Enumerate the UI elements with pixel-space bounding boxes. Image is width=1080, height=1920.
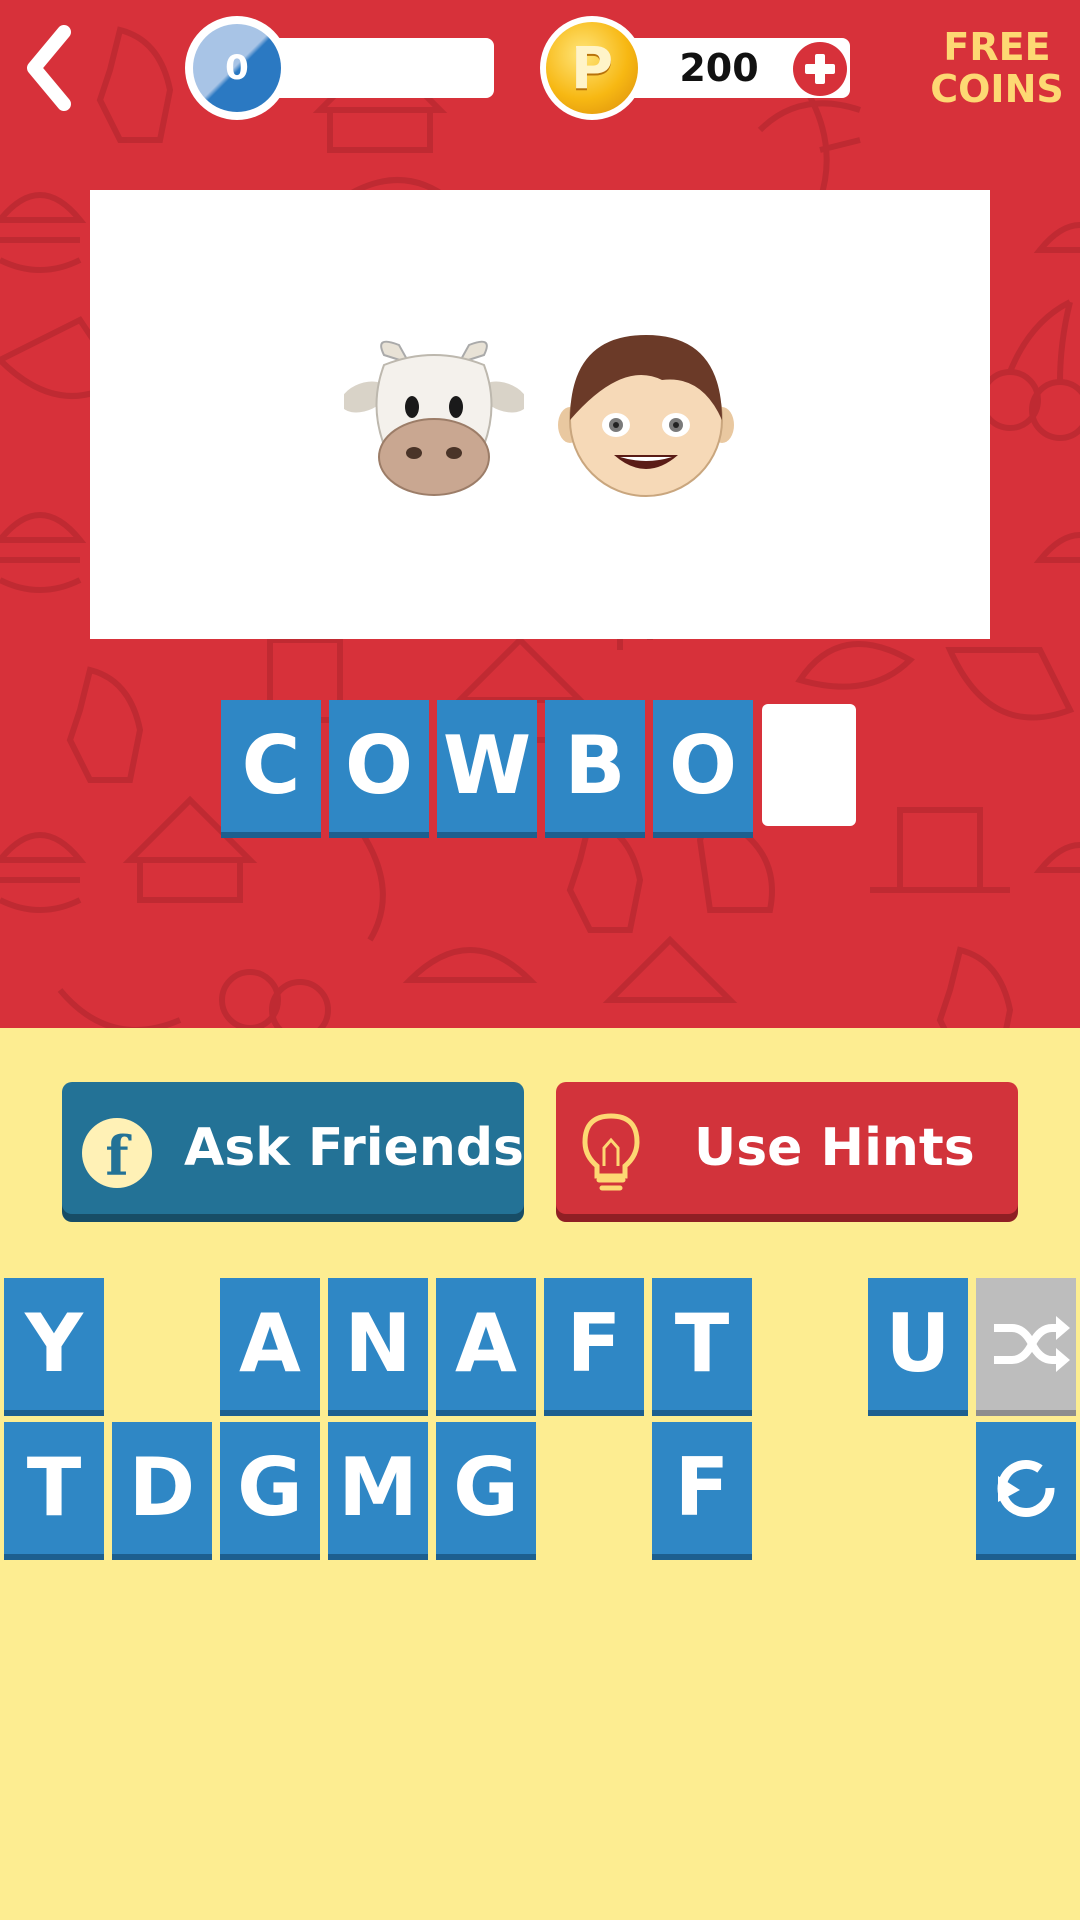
chevron-left-icon (27, 25, 71, 111)
use-hints-button[interactable]: Use Hints (556, 1082, 1018, 1214)
puzzle-card (90, 190, 990, 639)
game-board: 0 200 P FREE COINS C O W B O (0, 0, 1080, 1028)
controls-area: f Ask Friends Use Hints Y A N A F T U T … (0, 1028, 1080, 1920)
coin-icon: P (540, 16, 644, 120)
level-badge: 0 (185, 16, 289, 120)
coin-symbol: P (570, 34, 614, 102)
level-badge-icon: 0 (193, 24, 281, 112)
cow-face-emoji (344, 340, 524, 496)
shuffle-icon (994, 1316, 1070, 1372)
letter-tile[interactable]: A (220, 1278, 320, 1410)
answer-slot-2[interactable]: O (329, 700, 429, 832)
top-bar: 0 200 P FREE COINS (0, 0, 1080, 130)
letter-tile[interactable]: U (868, 1278, 968, 1410)
answer-slot-4[interactable]: B (545, 700, 645, 832)
use-hints-label: Use Hints (694, 1118, 975, 1178)
letter-tile[interactable]: D (112, 1422, 212, 1554)
letter-tile[interactable]: F (652, 1422, 752, 1554)
letter-tile[interactable]: G (436, 1422, 536, 1554)
ask-friends-button[interactable]: f Ask Friends (62, 1082, 524, 1214)
free-coins-label-line2: COINS (930, 67, 1064, 111)
letter-tile[interactable]: T (652, 1278, 752, 1410)
answer-slots: C O W B O (0, 696, 1080, 836)
back-button[interactable] (12, 16, 96, 116)
answer-slot-6-empty[interactable] (762, 704, 856, 826)
letter-tile[interactable]: N (328, 1278, 428, 1410)
facebook-icon: f (82, 1118, 152, 1188)
boy-face-emoji (558, 335, 734, 497)
ask-friends-label: Ask Friends (184, 1118, 525, 1178)
letter-tile[interactable]: M (328, 1422, 428, 1554)
answer-slot-3[interactable]: W (437, 700, 537, 832)
letter-tile[interactable]: A (436, 1278, 536, 1410)
reset-button[interactable] (976, 1422, 1076, 1554)
letter-tile[interactable]: Y (4, 1278, 104, 1410)
free-coins-button[interactable]: FREE COINS (918, 26, 1076, 110)
answer-slot-1[interactable]: C (221, 700, 321, 832)
letter-tile[interactable]: G (220, 1422, 320, 1554)
letter-tile[interactable]: T (4, 1422, 104, 1554)
letter-tile[interactable]: F (544, 1278, 644, 1410)
level-number: 0 (225, 48, 249, 88)
shuffle-button[interactable] (976, 1278, 1076, 1410)
lightbulb-icon (582, 1113, 640, 1191)
refresh-icon (997, 1460, 1055, 1517)
free-coins-label-line1: FREE (943, 25, 1051, 69)
answer-slot-5[interactable]: O (653, 700, 753, 832)
add-coins-button[interactable] (793, 42, 847, 96)
